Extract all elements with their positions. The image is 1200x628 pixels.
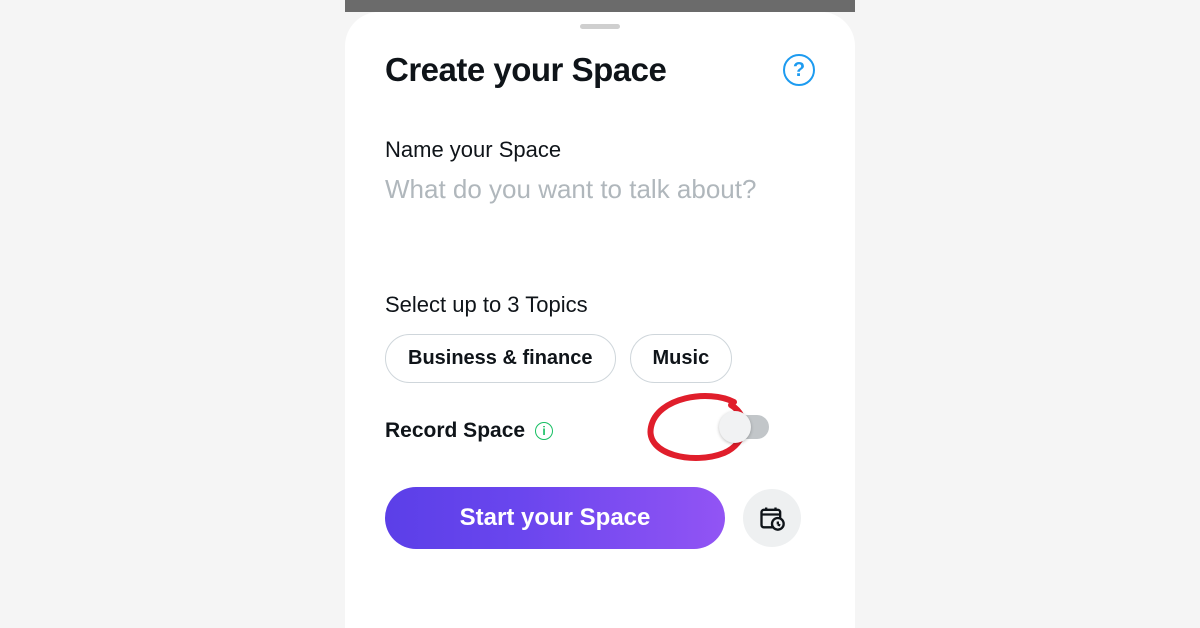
record-row: Record Space i: [385, 419, 815, 443]
info-icon[interactable]: i: [535, 422, 553, 440]
schedule-button[interactable]: [743, 489, 801, 547]
phone-frame: Create your Space ? Name your Space Sele…: [345, 0, 855, 628]
sheet-header: Create your Space ?: [385, 51, 815, 89]
help-icon[interactable]: ?: [783, 54, 815, 86]
topic-chip-music[interactable]: Music: [630, 334, 733, 383]
name-section: Name your Space: [385, 137, 815, 246]
record-space-toggle[interactable]: [723, 415, 769, 439]
toggle-knob: [719, 411, 751, 443]
topics-label: Select up to 3 Topics: [385, 292, 815, 318]
page-title: Create your Space: [385, 51, 666, 89]
sheet-drag-handle[interactable]: [580, 24, 620, 29]
calendar-clock-icon: [758, 504, 786, 532]
topics-row: Business & finance Music: [385, 334, 815, 383]
record-space-label: Record Space: [385, 419, 525, 443]
start-space-button[interactable]: Start your Space: [385, 487, 725, 549]
record-toggle-wrap: [723, 415, 769, 439]
topics-section: Select up to 3 Topics Business & finance…: [385, 292, 815, 383]
topic-chip-business-finance[interactable]: Business & finance: [385, 334, 616, 383]
cta-row: Start your Space: [385, 487, 815, 549]
status-bar-backdrop: [345, 0, 855, 12]
create-space-sheet: Create your Space ? Name your Space Sele…: [345, 12, 855, 628]
name-label: Name your Space: [385, 137, 815, 163]
space-name-input[interactable]: [385, 173, 815, 241]
question-mark-icon: ?: [793, 59, 805, 82]
